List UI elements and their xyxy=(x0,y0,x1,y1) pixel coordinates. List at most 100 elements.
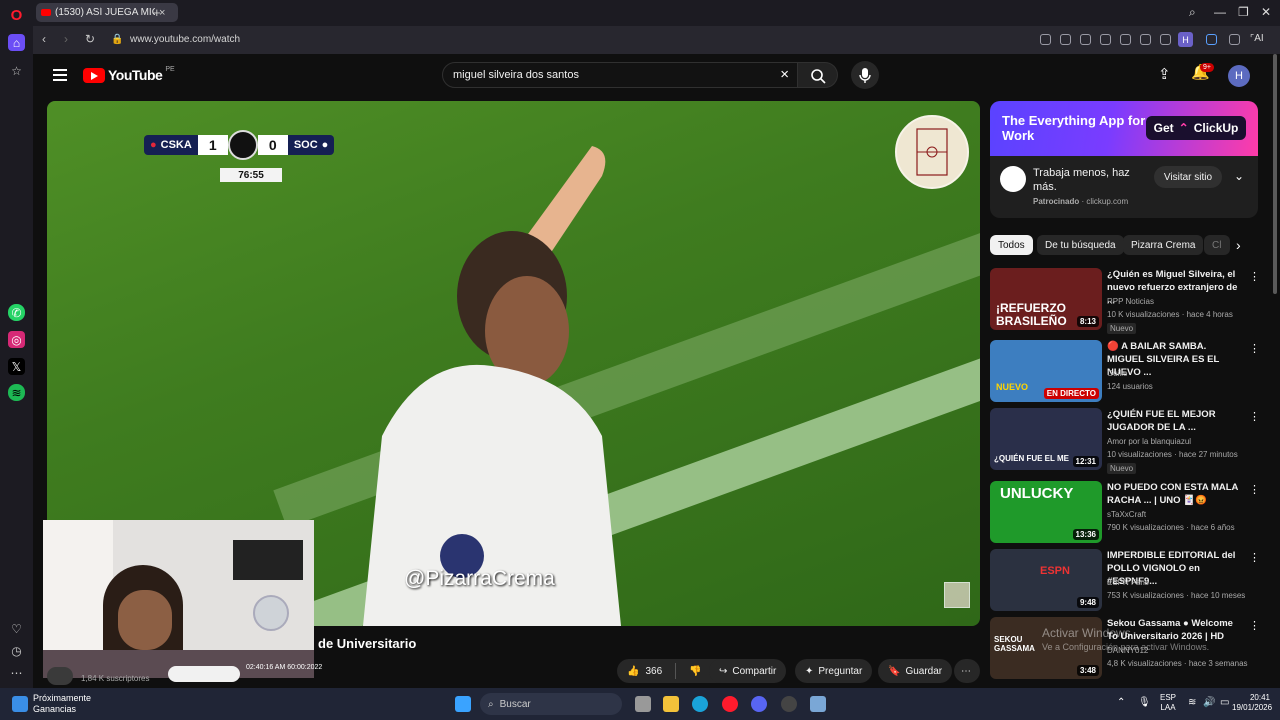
clock[interactable]: 20:41 19/01/2026 xyxy=(1232,693,1272,713)
kebab-menu-icon[interactable]: ⋮ xyxy=(1249,410,1260,423)
related-channel[interactable]: ESPN Fans xyxy=(1107,578,1149,587)
ask-button[interactable]: ✦ Preguntar xyxy=(795,659,873,683)
upload-icon[interactable]: ⇪ xyxy=(1158,65,1171,83)
visit-site-button[interactable]: Visitar sitio xyxy=(1154,166,1222,188)
whatsapp-icon[interactable]: ✆ xyxy=(8,304,25,321)
search-button[interactable] xyxy=(798,62,838,88)
camera-icon[interactable] xyxy=(1060,34,1071,45)
opera-icon[interactable] xyxy=(722,696,738,712)
windows-start-icon[interactable] xyxy=(455,696,471,712)
search-tabs-icon[interactable]: ⌕ xyxy=(1189,5,1196,20)
speaker-icon[interactable] xyxy=(1206,34,1217,45)
clear-search-icon[interactable]: × xyxy=(780,66,789,83)
video-thumbnail[interactable]: NUEVO EN DIRECTO xyxy=(990,340,1102,402)
video-thumbnail[interactable]: ¿QUIÉN FUE EL ME 12:31 xyxy=(990,408,1102,470)
voice-search-button[interactable] xyxy=(851,61,879,89)
vpn-icon[interactable] xyxy=(810,696,826,712)
close-window-icon[interactable]: ✕ xyxy=(1261,5,1271,19)
ad-get-clickup-button[interactable]: Get ⌃ ClickUp xyxy=(1146,116,1246,140)
related-channel[interactable]: Amor por la blanquiazul xyxy=(1107,437,1191,446)
subscribe-button[interactable] xyxy=(168,666,240,682)
language-indicator[interactable]: ESP LAA xyxy=(1160,693,1176,713)
forward-icon[interactable]: › xyxy=(64,32,68,46)
new-tab-icon[interactable]: + xyxy=(153,5,161,20)
history-icon[interactable]: ◷ xyxy=(8,642,25,659)
wifi-icon[interactable]: ≋ xyxy=(1188,697,1196,708)
chip-pizarra-crema[interactable]: Pizarra Crema xyxy=(1123,235,1204,255)
file-explorer-icon[interactable] xyxy=(663,696,679,712)
instagram-icon[interactable]: ◎ xyxy=(8,331,25,348)
spotify-icon[interactable]: ≋ xyxy=(8,384,25,401)
heart-ext-icon[interactable] xyxy=(1120,34,1131,45)
duration-badge: 13:36 xyxy=(1072,529,1099,540)
related-channel[interactable]: RPP Noticias xyxy=(1107,297,1154,306)
opera-logo-icon[interactable]: O xyxy=(8,7,25,24)
related-meta: 10 visualizaciones · hace 27 minutos xyxy=(1107,450,1238,459)
back-icon[interactable]: ‹ xyxy=(42,32,46,46)
related-channel[interactable]: Guille xyxy=(1107,369,1127,378)
pin-icon[interactable]: ☆ xyxy=(8,62,25,79)
lang-code: ESP xyxy=(1160,693,1177,702)
scrollbar[interactable] xyxy=(1273,54,1277,294)
discord-icon[interactable] xyxy=(751,696,767,712)
ai-button[interactable]: ⌜AI xyxy=(1250,33,1264,44)
home-icon[interactable]: ⌂ xyxy=(8,34,25,51)
widgets-icon[interactable] xyxy=(12,696,28,712)
video-thumbnail[interactable]: ESPN 9:48 xyxy=(990,549,1102,611)
x-twitter-icon[interactable]: 𝕏 xyxy=(8,358,25,375)
shield-icon[interactable] xyxy=(1080,34,1091,45)
maximize-icon[interactable]: ❐ xyxy=(1238,5,1249,19)
search-input[interactable]: miguel silveira dos santos × xyxy=(442,62,798,88)
download-icon[interactable] xyxy=(1140,34,1151,45)
more-actions-button[interactable]: ⋯ xyxy=(954,659,980,683)
kebab-menu-icon[interactable]: ⋮ xyxy=(1249,342,1260,355)
menu-ext-icon[interactable] xyxy=(1160,34,1171,45)
like-button[interactable]: 👍 366 xyxy=(627,666,662,677)
related-video[interactable]: NUEVO EN DIRECTO 🔴 A BAILAR SAMBA. MIGUE… xyxy=(990,340,1260,404)
chip-truncated[interactable]: Cl xyxy=(1204,235,1230,255)
related-video[interactable]: UNLUCKY 13:36 NO PUEDO CON ESTA MALA RAC… xyxy=(990,481,1260,545)
mic-tray-icon[interactable]: 🎙 xyxy=(1138,697,1151,708)
chevron-right-icon[interactable]: › xyxy=(1236,237,1241,253)
play-icon[interactable] xyxy=(1100,34,1111,45)
more-icon[interactable]: ⋯ xyxy=(8,664,25,681)
taskbar-search[interactable]: ⌕ Buscar xyxy=(480,693,622,715)
profile-ext-badge[interactable]: H xyxy=(1178,32,1193,47)
share-button[interactable]: ↪ Compartir xyxy=(709,659,787,683)
video-thumbnail[interactable]: UNLUCKY 13:36 xyxy=(990,481,1102,543)
minimize-icon[interactable]: — xyxy=(1214,5,1226,19)
kebab-menu-icon[interactable]: ⋮ xyxy=(1249,270,1260,283)
related-video[interactable]: ¡REFUERZO BRASILEÑO 8:13 ¿Quién es Migue… xyxy=(990,268,1260,334)
avatar[interactable]: H xyxy=(1228,65,1250,87)
edge-icon[interactable] xyxy=(692,696,708,712)
ad-banner[interactable]: The Everything App for Work Get ⌃ ClickUp xyxy=(990,101,1258,156)
url-field[interactable]: www.youtube.com/watch xyxy=(130,34,240,45)
youtube-logo[interactable]: YouTube PE xyxy=(83,66,175,84)
tray-chevron-icon[interactable]: ⌃ xyxy=(1117,697,1125,708)
video-thumbnail[interactable]: ¡REFUERZO BRASILEÑO 8:13 xyxy=(990,268,1102,330)
heart-icon[interactable]: ♡ xyxy=(8,620,25,637)
ad-card[interactable]: The Everything App for Work Get ⌃ ClickUp … xyxy=(990,101,1258,218)
kebab-menu-icon[interactable]: ⋮ xyxy=(1249,483,1260,496)
task-view-icon[interactable] xyxy=(635,696,651,712)
related-video[interactable]: ¿QUIÉN FUE EL ME 12:31 ¿QUIÉN FUE EL MEJ… xyxy=(990,408,1260,474)
related-channel[interactable]: sTaXxCraft xyxy=(1107,510,1146,519)
hamburger-menu-icon[interactable] xyxy=(53,69,67,81)
widget-text[interactable]: Próximamente Ganancias xyxy=(33,693,91,715)
related-video[interactable]: ESPN 9:48 IMPERDIBLE EDITORIAL del POLLO… xyxy=(990,549,1260,613)
save-button[interactable]: 🔖 Guardar xyxy=(878,659,953,683)
battery-icon[interactable]: ▭ xyxy=(1220,697,1229,708)
chip-de-tu-busqueda[interactable]: De tu búsqueda xyxy=(1037,235,1124,255)
chip-todos[interactable]: Todos xyxy=(990,235,1033,255)
channel-avatar[interactable] xyxy=(47,667,73,685)
app-icon[interactable] xyxy=(781,696,797,712)
cube-icon[interactable] xyxy=(1229,34,1240,45)
reload-icon[interactable]: ↻ xyxy=(85,32,95,46)
notification-badge: 9+ xyxy=(1200,63,1214,72)
volume-icon[interactable]: 🔊 xyxy=(1203,697,1215,708)
chevron-down-icon[interactable]: ⌄ xyxy=(1234,169,1244,183)
dislike-button[interactable]: 👎 xyxy=(689,666,701,677)
extension-icon[interactable] xyxy=(1040,34,1051,45)
kebab-menu-icon[interactable]: ⋮ xyxy=(1249,619,1260,632)
kebab-menu-icon[interactable]: ⋮ xyxy=(1249,551,1260,564)
